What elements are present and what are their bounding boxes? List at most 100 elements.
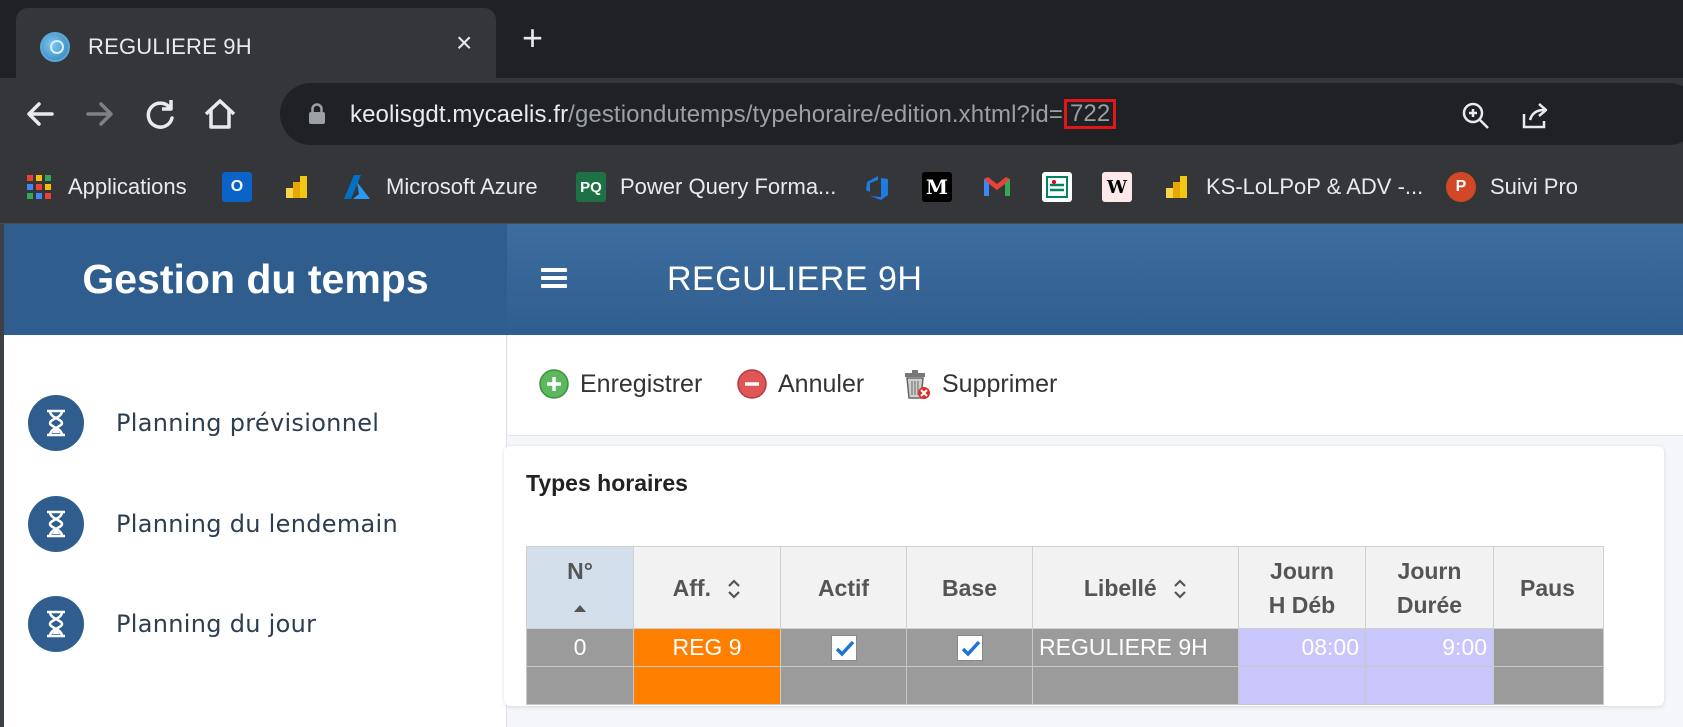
arrow-left-icon (27, 102, 54, 126)
panel-title: Types horaires (526, 470, 688, 496)
col-header-pause[interactable]: Paus (1493, 546, 1604, 629)
sidebar-item-planning-jour[interactable]: Planning du jour (28, 595, 316, 653)
actif-checkbox[interactable] (830, 635, 857, 662)
col-num-label: N° (567, 557, 593, 584)
menu-icon[interactable] (541, 268, 567, 288)
app-header: REGULIERE 9H (507, 224, 1683, 335)
types-horaires-panel: Types horaires N° Aff. Actif Base Libell… (504, 446, 1664, 706)
types-horaires-table: N° Aff. Actif Base Libellé Journ H Déb J… (526, 546, 1604, 705)
sidebar-item-label: Planning du lendemain (116, 510, 398, 538)
back-button[interactable] (20, 94, 60, 134)
col-duree-label: Durée (1396, 591, 1463, 618)
azure-icon (342, 172, 372, 202)
cell-actif (780, 628, 907, 667)
col-header-journ-hdeb[interactable]: Journ H Déb (1238, 546, 1366, 629)
bookmark-lemonde[interactable]: M (922, 171, 966, 203)
share-icon[interactable] (1520, 100, 1552, 132)
sort-icon (1174, 579, 1186, 599)
app-container: Gestion du temps REGULIERE 9H Planning p… (4, 224, 1683, 727)
sidebar-item-planning-lendemain[interactable]: Planning du lendemain (28, 495, 398, 553)
bookmark-devops[interactable] (862, 171, 906, 203)
table-row[interactable]: 0 REG 9 REGULIERE 9H 08:00 9:00 (526, 628, 1604, 667)
bookmark-label: Power Query Forma... (620, 174, 837, 199)
col-libelle-label: Libellé (1083, 574, 1157, 601)
forward-button[interactable] (80, 94, 120, 134)
browser-toolbar: keolisgdt.mycaelis.fr/gestiondutemps/typ… (0, 78, 1683, 152)
address-bar[interactable]: keolisgdt.mycaelis.fr/gestiondutemps/typ… (280, 83, 1683, 145)
screen: REGULIERE 9H × + keolisgdt.mycaelis.fr/g… (0, 0, 1683, 727)
col-header-base[interactable]: Base (906, 546, 1033, 629)
table-row[interactable] (526, 666, 1604, 705)
bookmarks-bar: Applications O Microsoft Azure PQ Power … (0, 152, 1683, 224)
col-header-actif[interactable]: Actif (780, 546, 907, 629)
url-id-highlight: 722 (1063, 99, 1117, 129)
hourglass-icon (28, 395, 84, 451)
delete-label: Supprimer (942, 369, 1058, 398)
base-checkbox[interactable] (956, 635, 983, 662)
col-base-label: Base (942, 574, 997, 601)
page-title: REGULIERE 9H (667, 260, 923, 298)
new-tab-button[interactable]: + (522, 20, 543, 56)
cell-empty (526, 666, 634, 705)
hourglass-icon (28, 496, 84, 552)
col-header-aff[interactable]: Aff. (633, 546, 781, 629)
col-pause-label: Paus (1520, 574, 1575, 601)
col-hdeb-label: H Déb (1268, 591, 1336, 618)
url-host: keolisgdt.mycaelis.fr (350, 101, 569, 128)
close-tab-icon[interactable]: × (456, 28, 472, 58)
bookmark-ks-lolpop[interactable]: KS-LoLPoP & ADV -... (1162, 171, 1423, 203)
cell-empty (780, 666, 907, 705)
bookmark-credit-agricole[interactable] (1042, 171, 1086, 203)
bookmark-wikipedia[interactable]: W (1102, 171, 1146, 203)
checkmark-icon (961, 641, 980, 657)
cancel-label: Annuler (778, 369, 865, 398)
cell-aff: REG 9 (633, 628, 781, 667)
action-bar: Enregistrer Annuler Supprimer (508, 335, 1683, 436)
bookmark-label: Suivi Pro (1490, 174, 1579, 199)
col-header-journ-duree[interactable]: Journ Durée (1365, 546, 1494, 629)
cell-empty (1493, 666, 1604, 705)
bookmark-azure[interactable]: Microsoft Azure (342, 171, 538, 203)
home-button[interactable] (200, 94, 240, 134)
bookmark-outlook[interactable]: O (222, 171, 266, 203)
cell-libelle: REGULIERE 9H (1032, 628, 1239, 667)
browser-tab[interactable]: REGULIERE 9H × (16, 8, 496, 78)
delete-button[interactable]: Supprimer (900, 368, 1057, 400)
bookmark-power-query[interactable]: PQ Power Query Forma... (576, 171, 836, 203)
lemonde-icon: M (922, 172, 952, 202)
bookmark-gmail[interactable] (982, 171, 1026, 203)
save-button[interactable]: Enregistrer (538, 368, 702, 400)
cell-empty (906, 666, 1033, 705)
powerbi-icon (282, 172, 312, 202)
lock-icon (309, 103, 325, 124)
sidebar-item-label: Planning du jour (116, 610, 317, 638)
bookmark-powerbi[interactable] (282, 171, 326, 203)
cell-base (906, 628, 1033, 667)
gmail-icon (982, 172, 1012, 202)
zoom-icon[interactable] (1460, 100, 1492, 132)
bookmark-suivi-pro[interactable]: P Suivi Pro (1446, 171, 1578, 203)
add-circle-icon (539, 369, 569, 399)
hourglass-icon (28, 596, 84, 652)
cancel-button[interactable]: Annuler (736, 368, 864, 400)
cell-num: 0 (526, 628, 634, 667)
sidebar-item-planning-previsionnel[interactable]: Planning prévisionnel (28, 394, 379, 452)
cell-pause (1493, 628, 1604, 667)
devops-icon (862, 172, 892, 202)
arrow-right-icon (86, 102, 113, 126)
col-header-libelle[interactable]: Libellé (1032, 546, 1239, 629)
powerpoint-icon: P (1446, 172, 1476, 202)
col-aff-label: Aff. (672, 574, 711, 601)
apps-grid-icon (24, 172, 54, 202)
pq-icon: PQ (576, 172, 606, 202)
reload-button[interactable] (140, 94, 180, 134)
bookmark-label: Applications (68, 174, 187, 199)
bookmark-applications[interactable]: Applications (24, 171, 187, 203)
bookmark-label: KS-LoLPoP & ADV -... (1206, 174, 1424, 199)
col-header-num[interactable]: N° (526, 546, 634, 629)
cell-duree: 9:00 (1365, 628, 1494, 667)
col-journ-label: Journ (1397, 557, 1462, 584)
wikipedia-icon: W (1102, 172, 1132, 202)
reload-icon (146, 100, 174, 129)
save-label: Enregistrer (580, 369, 703, 398)
